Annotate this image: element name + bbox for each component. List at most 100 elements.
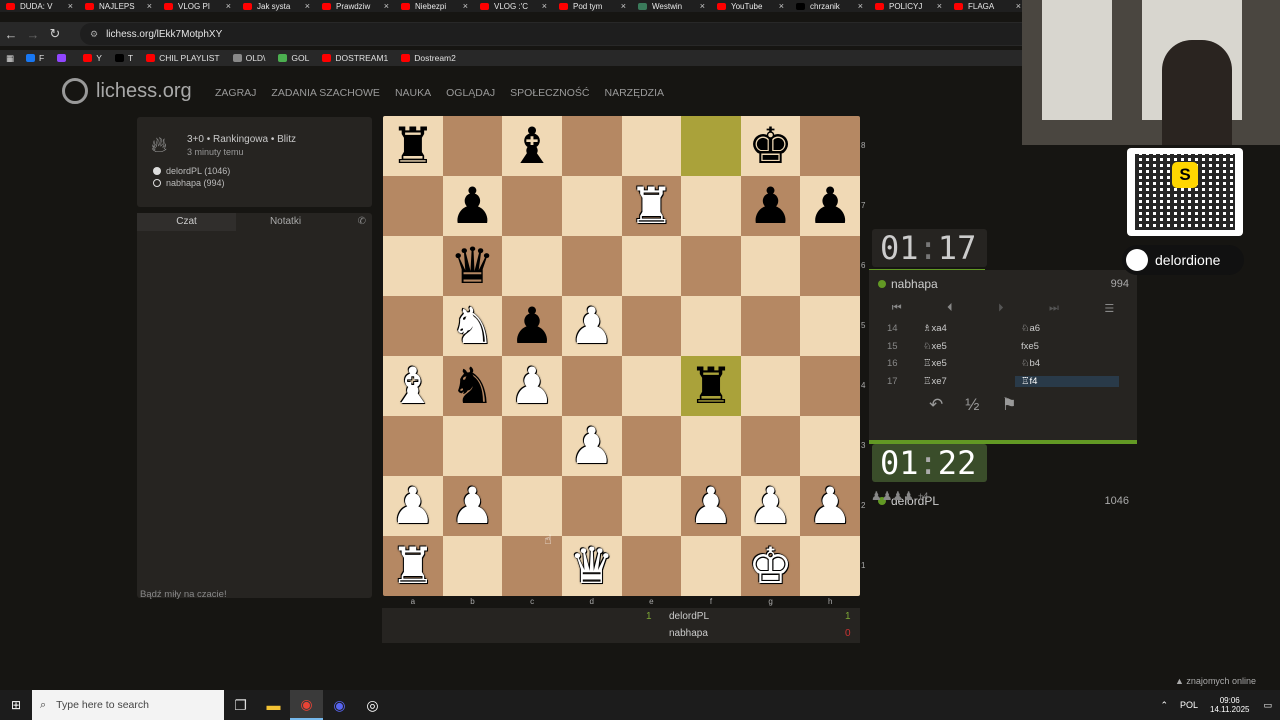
square-c5[interactable]: ♟	[502, 296, 562, 356]
nav-watch[interactable]: OGLĄDAJ	[446, 87, 495, 99]
square-f3[interactable]	[681, 416, 741, 476]
black-pawn-icon[interactable]: ♟	[510, 301, 555, 351]
square-c1[interactable]	[502, 536, 562, 596]
language-indicator[interactable]: POL	[1180, 700, 1198, 710]
square-c7[interactable]	[502, 176, 562, 236]
friends-online[interactable]: ▲ znajomych online	[1175, 676, 1256, 686]
black-player-entry[interactable]: nabhapa (994)	[153, 178, 225, 188]
black-pawn-icon[interactable]: ♟	[450, 181, 495, 231]
black-knight-icon[interactable]: ♞	[450, 361, 495, 411]
square-a1[interactable]: ♜	[383, 536, 443, 596]
task-view-icon[interactable]: ❐	[224, 690, 257, 720]
square-f1[interactable]	[681, 536, 741, 596]
black-move[interactable]: fxe5	[1015, 341, 1119, 352]
first-move-icon[interactable]: ⏮	[892, 302, 902, 315]
white-rook-icon[interactable]: ♜	[629, 181, 674, 231]
draw-offer-icon[interactable]: ½	[965, 395, 979, 415]
notifications-icon[interactable]: ▭	[1263, 700, 1272, 711]
white-bishop-icon[interactable]: ♝	[390, 361, 435, 411]
bookmark-item[interactable]: Dostream2	[401, 53, 456, 63]
url-field[interactable]: ⚙ lichess.org/lEkk7MotphXY	[80, 23, 1080, 45]
square-c6[interactable]	[502, 236, 562, 296]
browser-tab[interactable]: Prawdziw ×	[316, 0, 395, 12]
browser-tab[interactable]: NAJLEPS ×	[79, 0, 158, 12]
white-move[interactable]: ♖xe5	[905, 358, 1015, 369]
square-d7[interactable]	[561, 176, 622, 236]
square-f4[interactable]: ♜	[681, 356, 741, 416]
square-f5[interactable]	[681, 296, 741, 356]
white-pawn-icon[interactable]: ♟	[510, 361, 555, 411]
square-f8[interactable]	[681, 116, 741, 176]
browser-tab[interactable]: FLAGA ×	[948, 0, 1027, 12]
tab-chat[interactable]: Czat	[137, 213, 236, 231]
close-tab-icon[interactable]: ×	[68, 1, 73, 11]
close-tab-icon[interactable]: ×	[937, 1, 942, 11]
bookmark-item[interactable]: OLD\	[232, 53, 265, 63]
square-c3[interactable]	[502, 416, 562, 476]
nav-puzzles[interactable]: ZADANIA SZACHOWE	[271, 87, 380, 99]
square-b4[interactable]: ♞	[442, 356, 503, 416]
square-d5[interactable]: ♟	[561, 296, 622, 356]
square-b8[interactable]	[442, 116, 503, 176]
square-a3[interactable]	[383, 416, 443, 476]
browser-tab[interactable]: YouTube ×	[711, 0, 790, 12]
square-c4[interactable]: ♟	[502, 356, 562, 416]
nav-learn[interactable]: NAUKA	[395, 87, 431, 99]
white-move[interactable]: ♗xa4	[905, 323, 1015, 334]
bookmark-item[interactable]	[57, 54, 70, 62]
browser-tab[interactable]: Westwin ×	[632, 0, 711, 12]
square-h7[interactable]: ♟	[800, 176, 860, 236]
square-b6[interactable]: ♛	[442, 236, 503, 296]
square-f6[interactable]	[681, 236, 741, 296]
browser-tab[interactable]: Pod tym ×	[553, 0, 632, 12]
square-e4[interactable]	[621, 356, 682, 416]
white-move[interactable]: ♖xe7	[905, 376, 1015, 387]
white-rook-icon[interactable]: ♜	[390, 541, 435, 591]
phone-icon[interactable]: ✆	[335, 213, 372, 231]
square-b2[interactable]: ♟	[442, 476, 503, 536]
square-e2[interactable]	[621, 476, 682, 536]
menu-icon[interactable]: ☰	[1104, 302, 1114, 315]
bookmark-item[interactable]: DOSTREAM1	[322, 53, 388, 63]
square-a5[interactable]	[383, 296, 443, 356]
browser-tab[interactable]: VLOG :'C ×	[474, 0, 553, 12]
square-d8[interactable]	[561, 116, 622, 176]
windows-start-icon[interactable]: ⊞	[0, 690, 32, 720]
nav-tools[interactable]: NARZĘDZIA	[605, 87, 665, 99]
discord-icon[interactable]: ◉	[323, 690, 356, 720]
square-a8[interactable]: ♜	[383, 116, 443, 176]
black-move[interactable]: ♖f4	[1015, 375, 1119, 387]
square-f2[interactable]: ♟	[681, 476, 741, 536]
square-d2[interactable]	[561, 476, 622, 536]
close-tab-icon[interactable]: ×	[542, 1, 547, 11]
square-h4[interactable]	[800, 356, 860, 416]
browser-tab[interactable]: VLOG PI ×	[158, 0, 237, 12]
square-h1[interactable]	[800, 536, 860, 596]
resign-flag-icon[interactable]: ⚑	[1001, 395, 1016, 415]
white-queen-icon[interactable]: ♛	[569, 541, 614, 591]
bookmark-item[interactable]: Y	[83, 53, 102, 63]
square-e6[interactable]	[621, 236, 682, 296]
browser-tab[interactable]: chrzanik ×	[790, 0, 869, 12]
square-h8[interactable]	[800, 116, 860, 176]
square-c8[interactable]: ♝	[502, 116, 562, 176]
white-player-entry[interactable]: delordPL (1046)	[153, 166, 230, 176]
close-tab-icon[interactable]: ×	[384, 1, 389, 11]
nav-community[interactable]: SPOŁECZNOŚĆ	[510, 87, 589, 99]
close-tab-icon[interactable]: ×	[226, 1, 231, 11]
black-bishop-icon[interactable]: ♝	[510, 121, 555, 171]
back-icon[interactable]: ←	[0, 27, 22, 42]
tray-chevron-icon[interactable]: ⌃	[1160, 700, 1168, 711]
top-player[interactable]: nabhapa	[878, 277, 938, 291]
white-pawn-icon[interactable]: ♟	[450, 481, 495, 531]
square-d4[interactable]	[561, 356, 622, 416]
square-d3[interactable]: ♟	[561, 416, 622, 476]
square-e3[interactable]	[621, 416, 682, 476]
black-pawn-icon[interactable]: ♟	[808, 181, 853, 231]
white-pawn-icon[interactable]: ♟	[569, 301, 614, 351]
forward-icon[interactable]: →	[22, 27, 44, 42]
white-pawn-icon[interactable]: ♟	[569, 421, 614, 471]
clock[interactable]: 09:06 14.11.2025	[1210, 696, 1249, 714]
browser-tab[interactable]: Niebezpi ×	[395, 0, 474, 12]
white-pawn-icon[interactable]: ♟	[390, 481, 435, 531]
